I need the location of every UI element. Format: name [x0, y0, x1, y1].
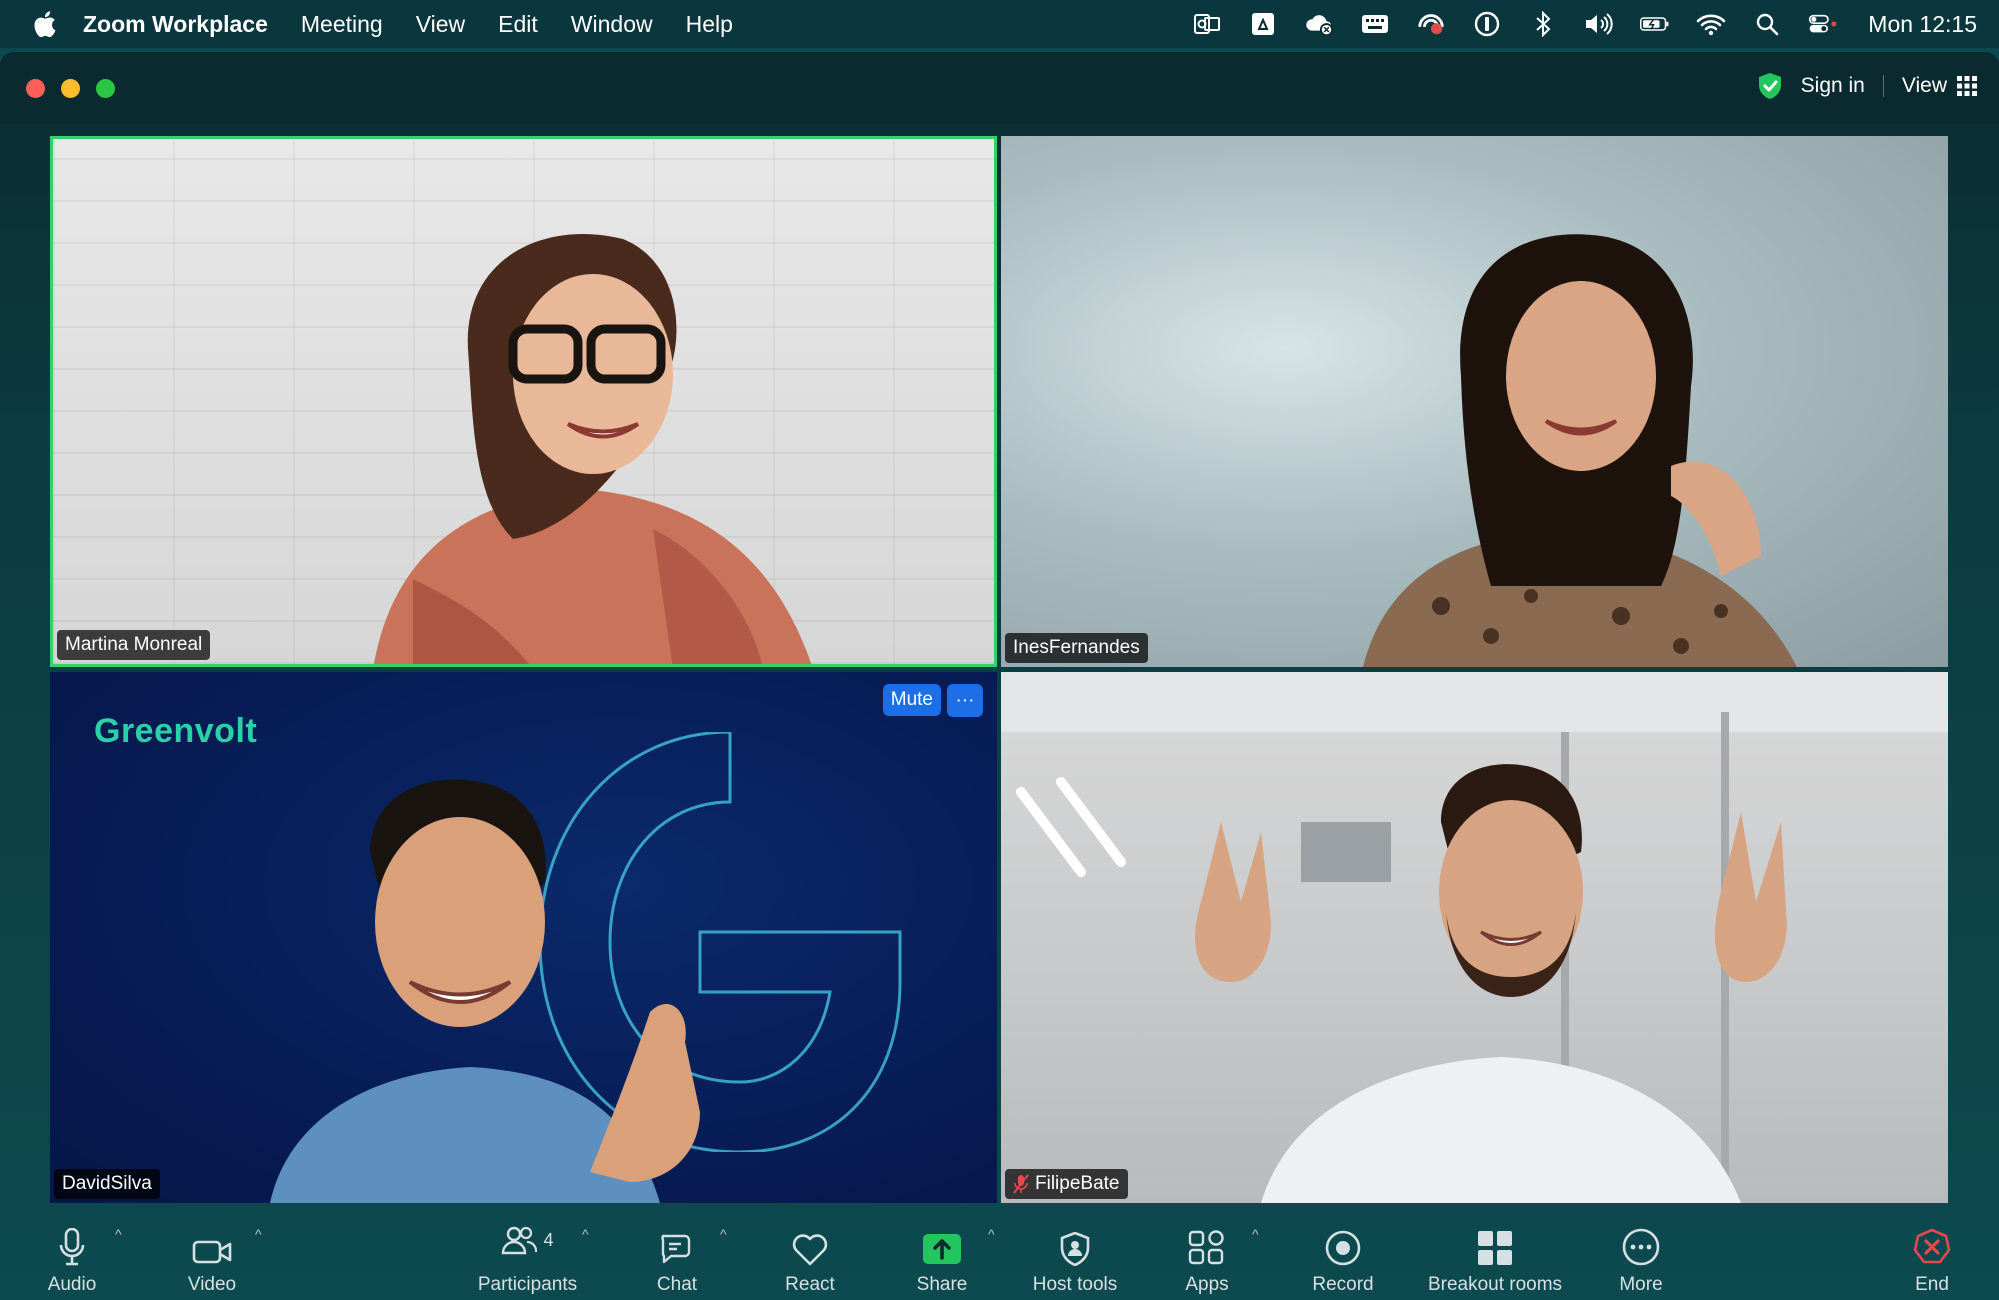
- breakout-rooms-button[interactable]: Breakout rooms: [1420, 1204, 1570, 1300]
- menu-meeting[interactable]: Meeting: [301, 11, 383, 38]
- participant-name: DavidSilva: [62, 1173, 152, 1194]
- participant-name-tag: FilipeBate: [1005, 1169, 1128, 1199]
- bluetooth-icon[interactable]: [1528, 10, 1558, 38]
- zoom-meeting-window: Sign in View Martina Monreal InesFernand…: [0, 52, 1999, 1300]
- status-area: Mon 12:15: [1192, 0, 1977, 48]
- close-window-button[interactable]: [26, 79, 45, 98]
- apps-button[interactable]: Apps: [1175, 1204, 1239, 1300]
- video-tile-ines[interactable]: InesFernandes: [1001, 136, 1948, 667]
- audio-button[interactable]: Audio: [40, 1204, 104, 1300]
- participants-options-chevron-icon[interactable]: ^: [582, 1226, 589, 1242]
- video-options-chevron-icon[interactable]: ^: [255, 1226, 262, 1242]
- participant-video-ines: [1363, 234, 1797, 667]
- video-tile-david[interactable]: Greenvolt Mute ··· DavidSilva: [50, 672, 997, 1203]
- video-tile-martina[interactable]: Martina Monreal: [50, 136, 997, 667]
- participant-video-david: [270, 779, 700, 1203]
- volume-icon[interactable]: [1584, 10, 1614, 38]
- audio-options-chevron-icon[interactable]: ^: [115, 1226, 122, 1242]
- chat-icon: [661, 1234, 691, 1264]
- titlebar-divider: [1882, 75, 1884, 97]
- chat-options-chevron-icon[interactable]: ^: [720, 1226, 727, 1242]
- menu-edit[interactable]: Edit: [498, 11, 538, 38]
- keyboard-icon[interactable]: [1360, 10, 1390, 38]
- video-camera-icon: [192, 1240, 232, 1264]
- video-button[interactable]: Video: [180, 1204, 244, 1300]
- muted-mic-icon: [1013, 1174, 1029, 1194]
- participant-name-tag: DavidSilva: [54, 1169, 160, 1199]
- video-label: Video: [187, 1274, 237, 1295]
- participants-count: 4: [543, 1229, 554, 1250]
- participant-video-filipe: [1195, 764, 1787, 1203]
- more-label: More: [1619, 1274, 1663, 1295]
- meeting-controls-toolbar: Audio ^ Video ^ 4 Participants ^ Chat ^ …: [0, 1204, 1999, 1300]
- menu-view[interactable]: View: [416, 11, 465, 38]
- wifi-icon[interactable]: [1696, 10, 1726, 38]
- participant-name: InesFernandes: [1013, 637, 1140, 658]
- menu-window[interactable]: Window: [571, 11, 653, 38]
- participant-video-martina: [373, 233, 812, 664]
- menu-help[interactable]: Help: [686, 11, 733, 38]
- record-label: Record: [1312, 1274, 1374, 1295]
- fullscreen-window-button[interactable]: [96, 79, 115, 98]
- record-icon: [1325, 1230, 1361, 1266]
- more-dots-icon: [1622, 1228, 1660, 1266]
- share-screen-icon: [923, 1234, 961, 1264]
- apple-logo-icon[interactable]: [30, 9, 58, 39]
- more-options-button[interactable]: More: [1609, 1204, 1673, 1300]
- view-layout-button[interactable]: View: [1902, 74, 1947, 98]
- window-titlebar: Sign in View: [0, 52, 1999, 124]
- apps-label: Apps: [1185, 1274, 1229, 1295]
- microphone-icon: [59, 1228, 85, 1266]
- end-meeting-button[interactable]: End: [1904, 1204, 1960, 1300]
- battery-icon[interactable]: [1640, 10, 1670, 38]
- password-manager-icon[interactable]: [1472, 10, 1502, 38]
- participants-icon: [502, 1226, 538, 1255]
- grid-view-icon[interactable]: [1957, 76, 1977, 96]
- breakout-rooms-label: Breakout rooms: [1427, 1274, 1563, 1295]
- spotlight-search-icon[interactable]: [1752, 10, 1782, 38]
- chat-label: Chat: [656, 1274, 698, 1295]
- participant-name: FilipeBate: [1035, 1173, 1120, 1194]
- participant-name: Martina Monreal: [65, 634, 203, 655]
- react-label: React: [785, 1274, 835, 1295]
- host-tools-button[interactable]: Host tools: [1025, 1204, 1125, 1300]
- breakout-rooms-icon: [1478, 1231, 1512, 1265]
- sign-in-link[interactable]: Sign in: [1801, 74, 1865, 98]
- drive-icon[interactable]: [1248, 10, 1278, 38]
- minimize-window-button[interactable]: [61, 79, 80, 98]
- participants-label: Participants: [477, 1274, 578, 1295]
- apps-options-chevron-icon[interactable]: ^: [1252, 1226, 1259, 1242]
- menu-app-name[interactable]: Zoom Workplace: [83, 11, 268, 38]
- participant-name-tag: InesFernandes: [1005, 633, 1148, 663]
- share-label: Share: [916, 1274, 968, 1295]
- end-label: End: [1915, 1274, 1949, 1295]
- audio-label: Audio: [47, 1274, 97, 1295]
- cloud-sync-icon[interactable]: [1304, 10, 1334, 38]
- video-tile-filipe[interactable]: FilipeBate: [1001, 672, 1948, 1203]
- end-call-icon: [1913, 1228, 1951, 1264]
- participant-more-options-button[interactable]: ···: [947, 684, 983, 717]
- heart-icon: [792, 1234, 828, 1266]
- outlook-icon[interactable]: [1192, 10, 1222, 38]
- control-center-icon[interactable]: [1808, 10, 1838, 38]
- titlebar-right: Sign in View: [1757, 72, 1977, 100]
- encryption-shield-icon[interactable]: [1757, 72, 1783, 100]
- host-tools-label: Host tools: [1032, 1274, 1118, 1295]
- chat-button[interactable]: Chat: [645, 1204, 709, 1300]
- participant-name-tag: Martina Monreal: [57, 630, 211, 660]
- share-screen-button[interactable]: Share: [910, 1204, 974, 1300]
- react-button[interactable]: React: [778, 1204, 842, 1300]
- screen-record-icon[interactable]: [1416, 10, 1446, 38]
- apps-icon: [1188, 1230, 1224, 1265]
- macos-menubar: Zoom Workplace Meeting View Edit Window …: [0, 0, 1999, 48]
- record-button[interactable]: Record: [1310, 1204, 1376, 1300]
- menubar-clock[interactable]: Mon 12:15: [1868, 11, 1977, 38]
- mute-participant-button[interactable]: Mute: [882, 684, 941, 716]
- host-shield-icon: [1060, 1232, 1090, 1266]
- participants-button[interactable]: 4 Participants: [470, 1204, 585, 1300]
- share-options-chevron-icon[interactable]: ^: [988, 1226, 995, 1242]
- greenvolt-logo: Greenvolt: [94, 712, 258, 750]
